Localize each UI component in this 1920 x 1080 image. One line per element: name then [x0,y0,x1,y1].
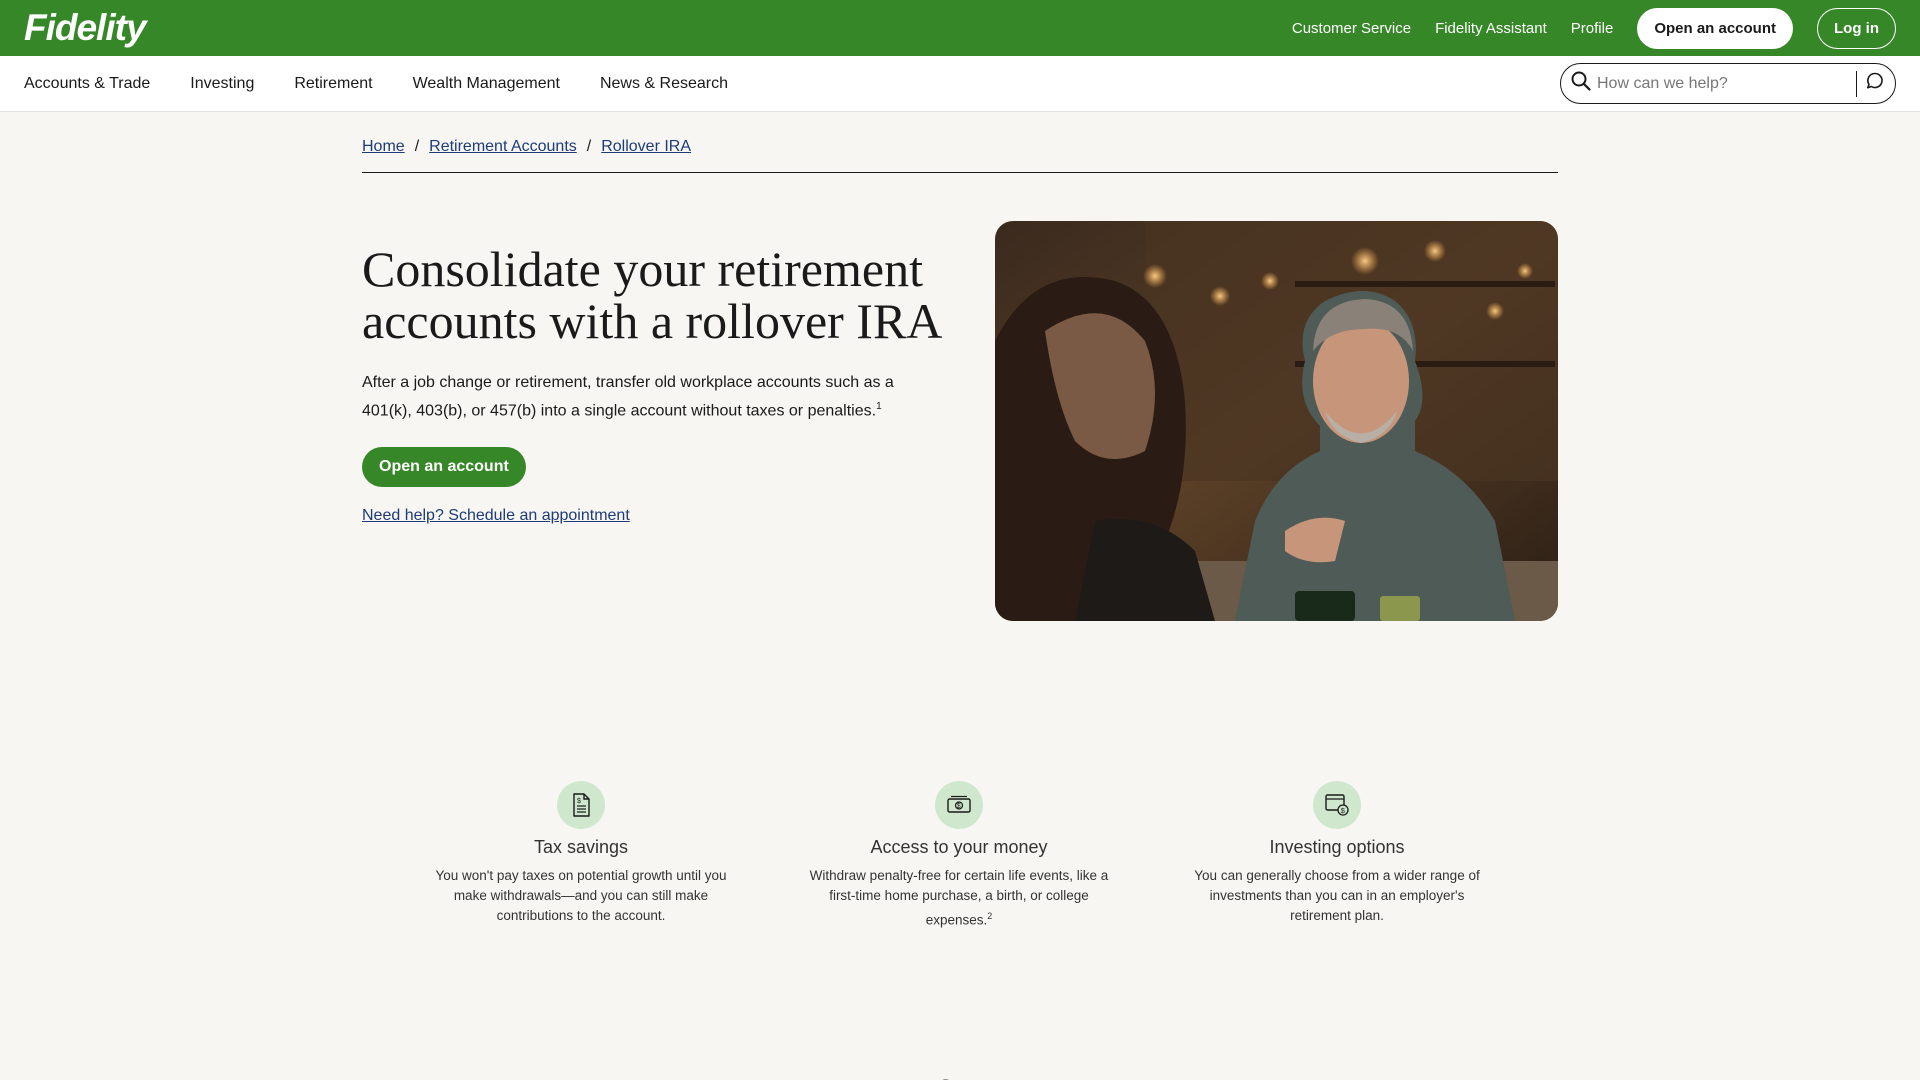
feature-investing-options: $ Investing options You can generally ch… [1178,781,1496,931]
chat-bubble-icon[interactable] [1865,71,1885,96]
fidelity-assistant-link[interactable]: Fidelity Assistant [1435,20,1547,37]
breadcrumb: Home / Retirement Accounts / Rollover IR… [362,112,1558,173]
feature-description-text: Withdraw penalty-free for certain life e… [809,868,1109,928]
hero-text: Consolidate your retirement accounts wit… [362,221,957,621]
utility-nav: Customer Service Fidelity Assistant Prof… [1268,7,1896,49]
feature-access-money: $ Access to your money Withdraw penalty-… [800,781,1118,931]
feature-description-text: You won't pay taxes on potential growth … [435,868,727,923]
nav-investing[interactable]: Investing [190,75,254,93]
main-content: Home / Retirement Accounts / Rollover IR… [362,112,1589,1080]
nav-accounts-trade[interactable]: Accounts & Trade [24,75,150,93]
customer-service-link[interactable]: Customer Service [1292,20,1411,37]
fidelity-logo[interactable]: Fidelity [24,7,147,49]
hero-section: Consolidate your retirement accounts wit… [362,221,1558,621]
breadcrumb-separator: / [414,138,420,155]
footnote-1[interactable]: 1 [876,401,882,412]
profile-link[interactable]: Profile [1571,20,1614,37]
feature-description: You won't pay taxes on potential growth … [422,866,740,926]
compare-options-heading: Compare your 4 options for an old 401(k)… [512,1071,1589,1080]
nav-retirement[interactable]: Retirement [294,75,372,93]
investing-options-icon: $ [1313,781,1361,829]
hero-description-text: After a job change or retirement, transf… [362,374,894,420]
hero-description: After a job change or retirement, transf… [362,371,922,423]
svg-text:$: $ [957,803,961,810]
search-input[interactable] [1597,74,1848,93]
top-bar: Fidelity Customer Service Fidelity Assis… [0,0,1920,56]
search-icon[interactable] [1571,71,1591,96]
breadcrumb-home[interactable]: Home [362,138,405,156]
feature-description: You can generally choose from a wider ra… [1178,866,1496,926]
nav-wealth-management[interactable]: Wealth Management [413,75,560,93]
login-button[interactable]: Log in [1817,7,1896,49]
search-bar [1560,63,1896,104]
feature-title: Tax savings [533,837,629,857]
main-nav: Accounts & Trade Investing Retirement We… [0,56,1920,112]
schedule-appointment-link[interactable]: Need help? Schedule an appointment [362,507,957,525]
open-account-button[interactable]: Open an account [362,447,526,488]
feature-description: Withdraw penalty-free for certain life e… [800,866,1118,931]
nav-news-research[interactable]: News & Research [600,75,728,93]
open-account-button-header[interactable]: Open an account [1637,7,1793,49]
tax-document-icon: $ [557,781,605,829]
breadcrumb-rollover-ira[interactable]: Rollover IRA [601,138,691,156]
footnote-2[interactable]: 2 [987,911,992,921]
feature-title: Access to your money [870,837,1048,857]
features-row: $ Tax savings You won't pay taxes on pot… [422,781,1558,931]
feature-description-text: You can generally choose from a wider ra… [1194,868,1480,923]
search-divider [1856,70,1857,97]
breadcrumb-retirement-accounts[interactable]: Retirement Accounts [429,138,577,156]
breadcrumb-separator: / [586,138,592,155]
feature-tax-savings: $ Tax savings You won't pay taxes on pot… [422,781,740,931]
svg-text:$: $ [577,798,581,805]
hero-photo [994,221,1558,621]
page-title: Consolidate your retirement accounts wit… [362,241,943,349]
feature-title: Investing options [1269,837,1405,857]
money-bill-icon: $ [935,781,983,829]
